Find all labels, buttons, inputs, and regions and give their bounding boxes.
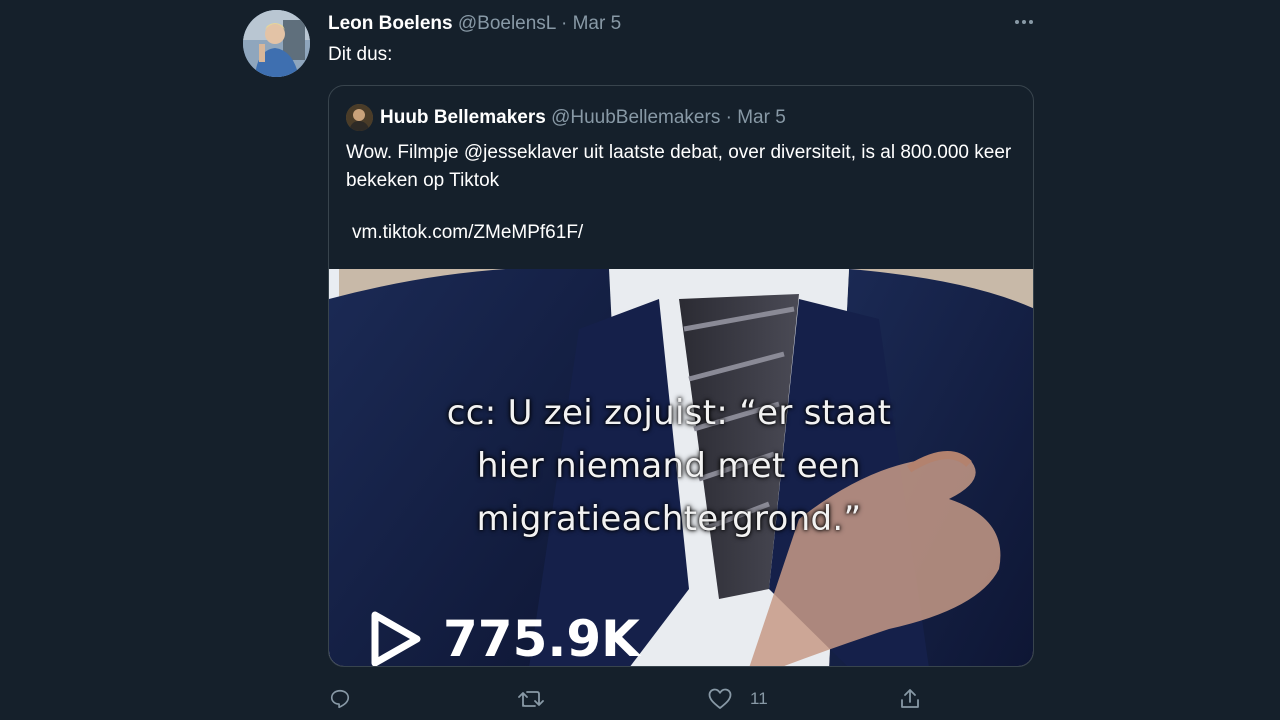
quoted-tweet-video[interactable]: cc: U zei zojuist: “er staat hier nieman… bbox=[329, 269, 1033, 667]
quoted-tweet-link[interactable]: vm.tiktok.com/ZMeMPf61F/ bbox=[352, 221, 583, 245]
more-options-button[interactable] bbox=[1010, 8, 1038, 36]
quoted-author-avatar-image bbox=[346, 104, 373, 131]
author-name[interactable]: Leon Boelens bbox=[328, 13, 453, 34]
header-separator: · bbox=[560, 13, 568, 34]
tweet-header: Leon Boelens @BoelensL · Mar 5 bbox=[328, 12, 621, 36]
tweet-action-bar: 11 bbox=[0, 686, 1280, 716]
quoted-author-name: Huub Bellemakers bbox=[380, 107, 546, 128]
share-button[interactable] bbox=[898, 686, 922, 712]
like-button[interactable]: 11 bbox=[708, 686, 768, 712]
tweet-page: Leon Boelens @BoelensL · Mar 5 Dit dus: … bbox=[0, 0, 1280, 720]
author-avatar[interactable] bbox=[243, 10, 310, 77]
heart-icon bbox=[708, 688, 732, 709]
tweet-text: Dit dus: bbox=[328, 44, 393, 65]
quoted-tweet-text: Wow. Filmpje @jesseklaver uit laatste de… bbox=[346, 142, 1012, 191]
retweet-icon bbox=[518, 691, 544, 707]
quoted-header-separator: · bbox=[725, 107, 732, 128]
quoted-tweet-date: Mar 5 bbox=[737, 107, 786, 128]
quoted-author-handle: @HuubBellemakers bbox=[551, 107, 721, 128]
view-count-text: 775.9K bbox=[443, 610, 640, 667]
reply-button[interactable] bbox=[329, 686, 351, 712]
share-icon bbox=[901, 689, 919, 708]
quoted-tweet-card[interactable]: Huub Bellemakers @HuubBellemakers · Mar … bbox=[328, 85, 1034, 667]
video-caption: cc: U zei zojuist: “er staat hier nieman… bbox=[446, 393, 892, 539]
author-handle[interactable]: @BoelensL bbox=[458, 13, 556, 34]
quoted-author-avatar bbox=[346, 104, 373, 131]
more-dots-icon bbox=[1015, 20, 1033, 24]
play-icon[interactable] bbox=[369, 609, 423, 666]
video-view-count: 775.9K bbox=[369, 609, 640, 667]
author-avatar-image bbox=[243, 10, 310, 77]
reply-icon bbox=[330, 689, 350, 709]
tweet-date[interactable]: Mar 5 bbox=[573, 13, 622, 34]
quoted-tweet-header: Huub Bellemakers @HuubBellemakers · Mar … bbox=[380, 106, 786, 130]
retweet-button[interactable] bbox=[518, 686, 544, 712]
like-count: 11 bbox=[750, 689, 768, 708]
